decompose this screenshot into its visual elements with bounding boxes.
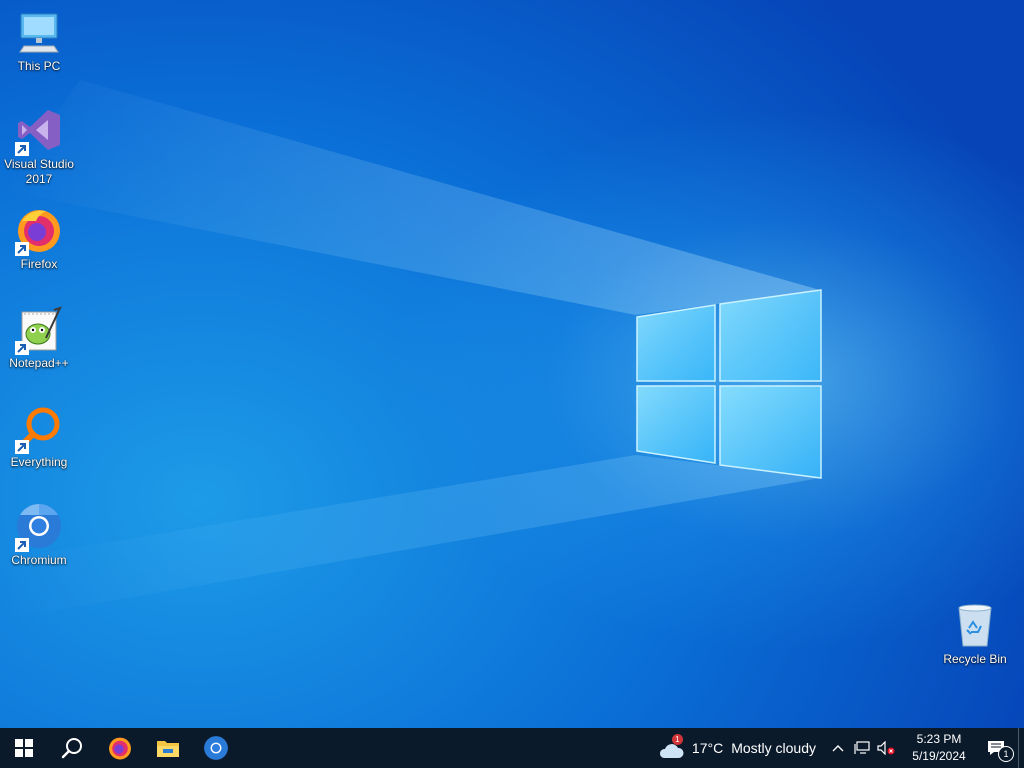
desktop-icon-label: Recycle Bin <box>943 652 1007 666</box>
system-tray: 1 17°C Mostly cloudy 5:23 PM 5/19/2024 1 <box>650 728 1024 768</box>
action-center-button[interactable]: 1 <box>974 728 1018 768</box>
taskbar: 1 17°C Mostly cloudy 5:23 PM 5/19/2024 1 <box>0 728 1024 768</box>
chevron-up-icon <box>832 745 844 752</box>
everything-search-icon <box>15 404 63 454</box>
desktop-icon-label: Everything <box>10 455 68 469</box>
desktop-icon-label: Notepad++ <box>9 356 69 370</box>
windows-logo-wallpaper <box>636 289 822 479</box>
notepad-plus-plus-icon <box>15 305 63 355</box>
desktop-icon-label: This PC <box>17 59 61 73</box>
network-button[interactable] <box>850 728 874 768</box>
wallpaper-light-beams <box>0 80 820 620</box>
desktop-icon-label: Chromium <box>11 553 67 567</box>
recycle-bin-icon <box>951 601 999 649</box>
network-icon <box>854 741 870 754</box>
shortcut-arrow-icon <box>15 242 29 256</box>
clock[interactable]: 5:23 PM 5/19/2024 <box>904 731 974 765</box>
show-desktop-button[interactable] <box>1018 728 1024 768</box>
windows-start-icon <box>15 739 33 757</box>
desktop-icon-firefox[interactable]: Firefox <box>1 206 77 272</box>
desktop-icon-chromium[interactable]: Chromium <box>1 502 77 568</box>
taskbar-chromium-button[interactable] <box>192 728 240 768</box>
shortcut-arrow-icon <box>15 440 29 454</box>
desktop-icon-this-pc[interactable]: This PC <box>1 8 77 74</box>
this-pc-icon <box>15 8 63 56</box>
weather-temperature: 17°C <box>691 740 724 756</box>
shortcut-arrow-icon <box>15 142 29 156</box>
weather-widget[interactable]: 1 17°C Mostly cloudy <box>650 728 826 768</box>
desktop-icon-recycle-bin[interactable]: Recycle Bin <box>937 601 1013 667</box>
desktop-icon-label: Firefox <box>20 257 58 271</box>
clock-time: 5:23 PM <box>916 732 962 746</box>
show-hidden-icons-button[interactable] <box>826 728 850 768</box>
chromium-icon <box>15 502 63 552</box>
file-explorer-icon <box>157 741 179 757</box>
start-button[interactable] <box>0 728 48 768</box>
desktop-icon-label: Visual Studio 2017 <box>4 157 74 186</box>
firefox-icon <box>109 737 131 760</box>
shortcut-arrow-icon <box>15 538 29 552</box>
notification-count-badge: 1 <box>998 746 1014 762</box>
volume-button[interactable] <box>874 728 898 768</box>
taskbar-firefox-button[interactable] <box>96 728 144 768</box>
desktop-icon-visual-studio[interactable]: Visual Studio 2017 <box>1 106 77 187</box>
taskbar-file-explorer-button[interactable] <box>144 728 192 768</box>
chromium-icon <box>204 736 228 760</box>
desktop[interactable]: This PC Visual Studio 2017 Firefox Notep… <box>0 0 1024 728</box>
clock-date: 5/19/2024 <box>912 749 966 763</box>
search-button[interactable] <box>48 728 96 768</box>
shortcut-arrow-icon <box>15 341 29 355</box>
firefox-icon <box>15 206 63 256</box>
cloudy-weather-icon: 1 <box>658 734 684 758</box>
volume-muted-icon <box>877 741 895 755</box>
weather-condition: Mostly cloudy <box>731 740 816 756</box>
desktop-icon-notepad-plus-plus[interactable]: Notepad++ <box>1 305 77 371</box>
desktop-icon-everything[interactable]: Everything <box>1 404 77 470</box>
visual-studio-icon <box>15 106 63 156</box>
weather-badge: 1 <box>671 734 683 745</box>
search-icon <box>61 738 82 759</box>
